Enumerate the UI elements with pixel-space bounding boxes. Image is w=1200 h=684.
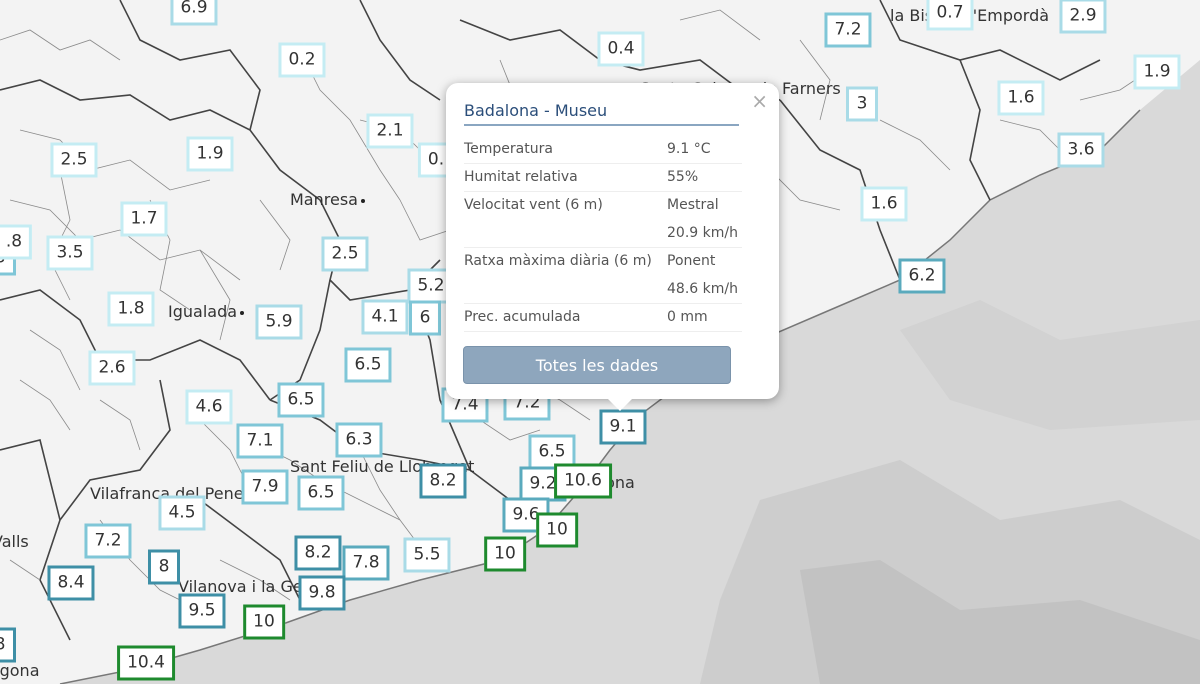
temperature-marker[interactable]: 8.2 — [294, 535, 342, 571]
row-value: 9.1 °C — [667, 136, 742, 164]
temperature-marker[interactable]: 1.7 — [120, 201, 168, 237]
temperature-marker[interactable]: 4.5 — [158, 495, 206, 531]
temperature-marker[interactable]: 6.3 — [335, 422, 383, 458]
temperature-marker[interactable]: 0.7 — [926, 0, 974, 31]
temperature-marker[interactable]: 9.5 — [178, 593, 226, 629]
row-value: Mestral 20.9 km/h — [667, 191, 742, 248]
station-data-table: Temperatura 9.1 °C Humitat relativa 55% … — [464, 136, 742, 332]
temperature-marker[interactable]: 6.5 — [297, 475, 345, 511]
temperature-marker[interactable]: 2.6 — [88, 350, 136, 386]
table-row: Humitat relativa 55% — [464, 163, 742, 192]
table-row: Prec. acumulada 0 mm — [464, 303, 742, 332]
row-label: Velocitat vent (6 m) — [464, 191, 667, 248]
temperature-marker[interactable]: 9.1 — [599, 409, 647, 445]
city-label-manresa: Manresa — [290, 190, 365, 209]
popup-title[interactable]: Badalona - Museu — [464, 101, 739, 126]
row-value: Ponent 48.6 km/h — [667, 247, 742, 304]
temperature-marker[interactable]: 6.5 — [344, 347, 392, 383]
table-row: Temperatura 9.1 °C — [464, 136, 742, 164]
gust-speed: 48.6 km/h — [667, 281, 738, 297]
temperature-marker[interactable]: 1.8 — [107, 291, 155, 327]
city-label-tarragona: Tarragona — [0, 661, 40, 680]
temperature-marker[interactable]: 8.2 — [419, 463, 467, 499]
temperature-marker[interactable]: 10 — [243, 604, 285, 640]
temperature-marker[interactable]: 6.5 — [277, 382, 325, 418]
city-label-igualada: Igualada — [168, 302, 245, 321]
temperature-marker[interactable]: 6.2 — [898, 258, 946, 294]
city-label-valls: Valls — [0, 532, 29, 551]
temperature-marker[interactable]: 6 — [409, 300, 441, 336]
wind-speed: 20.9 km/h — [667, 225, 738, 241]
temperature-marker[interactable]: 7.2 — [84, 523, 132, 559]
row-label: Prec. acumulada — [464, 303, 667, 332]
row-label: Humitat relativa — [464, 163, 667, 192]
gust-direction: Ponent — [667, 253, 716, 269]
temperature-marker[interactable]: 7.2 — [824, 12, 872, 48]
temperature-marker[interactable]: 3.5 — [46, 235, 94, 271]
temperature-marker[interactable]: 1.6 — [860, 186, 908, 222]
temperature-marker[interactable]: 2.5 — [50, 142, 98, 178]
table-row: Velocitat vent (6 m) Mestral 20.9 km/h — [464, 191, 742, 248]
all-data-button[interactable]: Totes les dades — [463, 346, 731, 384]
row-label: Temperatura — [464, 136, 667, 164]
temperature-marker[interactable]: 7.9 — [241, 469, 289, 505]
temperature-marker[interactable]: 5.5 — [403, 537, 451, 573]
wind-direction: Mestral — [667, 197, 719, 213]
row-label: Ratxa màxima diària (6 m) — [464, 247, 667, 304]
temperature-marker[interactable]: 8.4 — [47, 565, 95, 601]
temperature-marker[interactable]: 1.9 — [1133, 54, 1181, 90]
temperature-marker[interactable]: 10.4 — [117, 645, 175, 681]
temperature-marker[interactable]: 10.6 — [554, 463, 612, 499]
map[interactable]: Manresa Igualada Sant Feliu de Llobregat… — [0, 0, 1200, 684]
temperature-marker[interactable]: 5.9 — [255, 304, 303, 340]
temperature-marker[interactable]: 8 — [0, 627, 16, 663]
close-icon[interactable]: × — [751, 89, 768, 113]
station-popup: × Badalona - Museu Temperatura 9.1 °C Hu… — [446, 83, 779, 411]
temperature-marker[interactable]: 10 — [484, 536, 526, 572]
temperature-marker[interactable]: 10 — [536, 512, 578, 548]
temperature-marker[interactable]: 4.6 — [185, 389, 233, 425]
table-row: Ratxa màxima diària (6 m) Ponent 48.6 km/… — [464, 247, 742, 304]
temperature-marker[interactable]: 7.8 — [342, 545, 390, 581]
row-value: 0 mm — [667, 303, 742, 332]
temperature-marker[interactable]: 2.9 — [1059, 0, 1107, 34]
temperature-marker[interactable]: 9.8 — [298, 575, 346, 611]
temperature-marker[interactable]: 8 — [148, 549, 180, 585]
temperature-marker[interactable]: 2.1 — [366, 113, 414, 149]
temperature-marker[interactable]: 7.1 — [236, 423, 284, 459]
temperature-marker[interactable]: 2.5 — [321, 236, 369, 272]
temperature-marker[interactable]: .8 — [0, 224, 33, 260]
temperature-marker[interactable]: 4.1 — [361, 299, 409, 335]
temperature-marker[interactable]: 1.6 — [997, 80, 1045, 116]
temperature-marker[interactable]: 0.4 — [597, 31, 645, 67]
temperature-marker[interactable]: 1.9 — [186, 136, 234, 172]
temperature-marker[interactable]: 3 — [846, 86, 878, 122]
row-value: 55% — [667, 163, 742, 192]
temperature-marker[interactable]: 3.6 — [1057, 132, 1105, 168]
temperature-marker[interactable]: 0.2 — [278, 42, 326, 78]
temperature-marker[interactable]: 6.9 — [170, 0, 218, 26]
